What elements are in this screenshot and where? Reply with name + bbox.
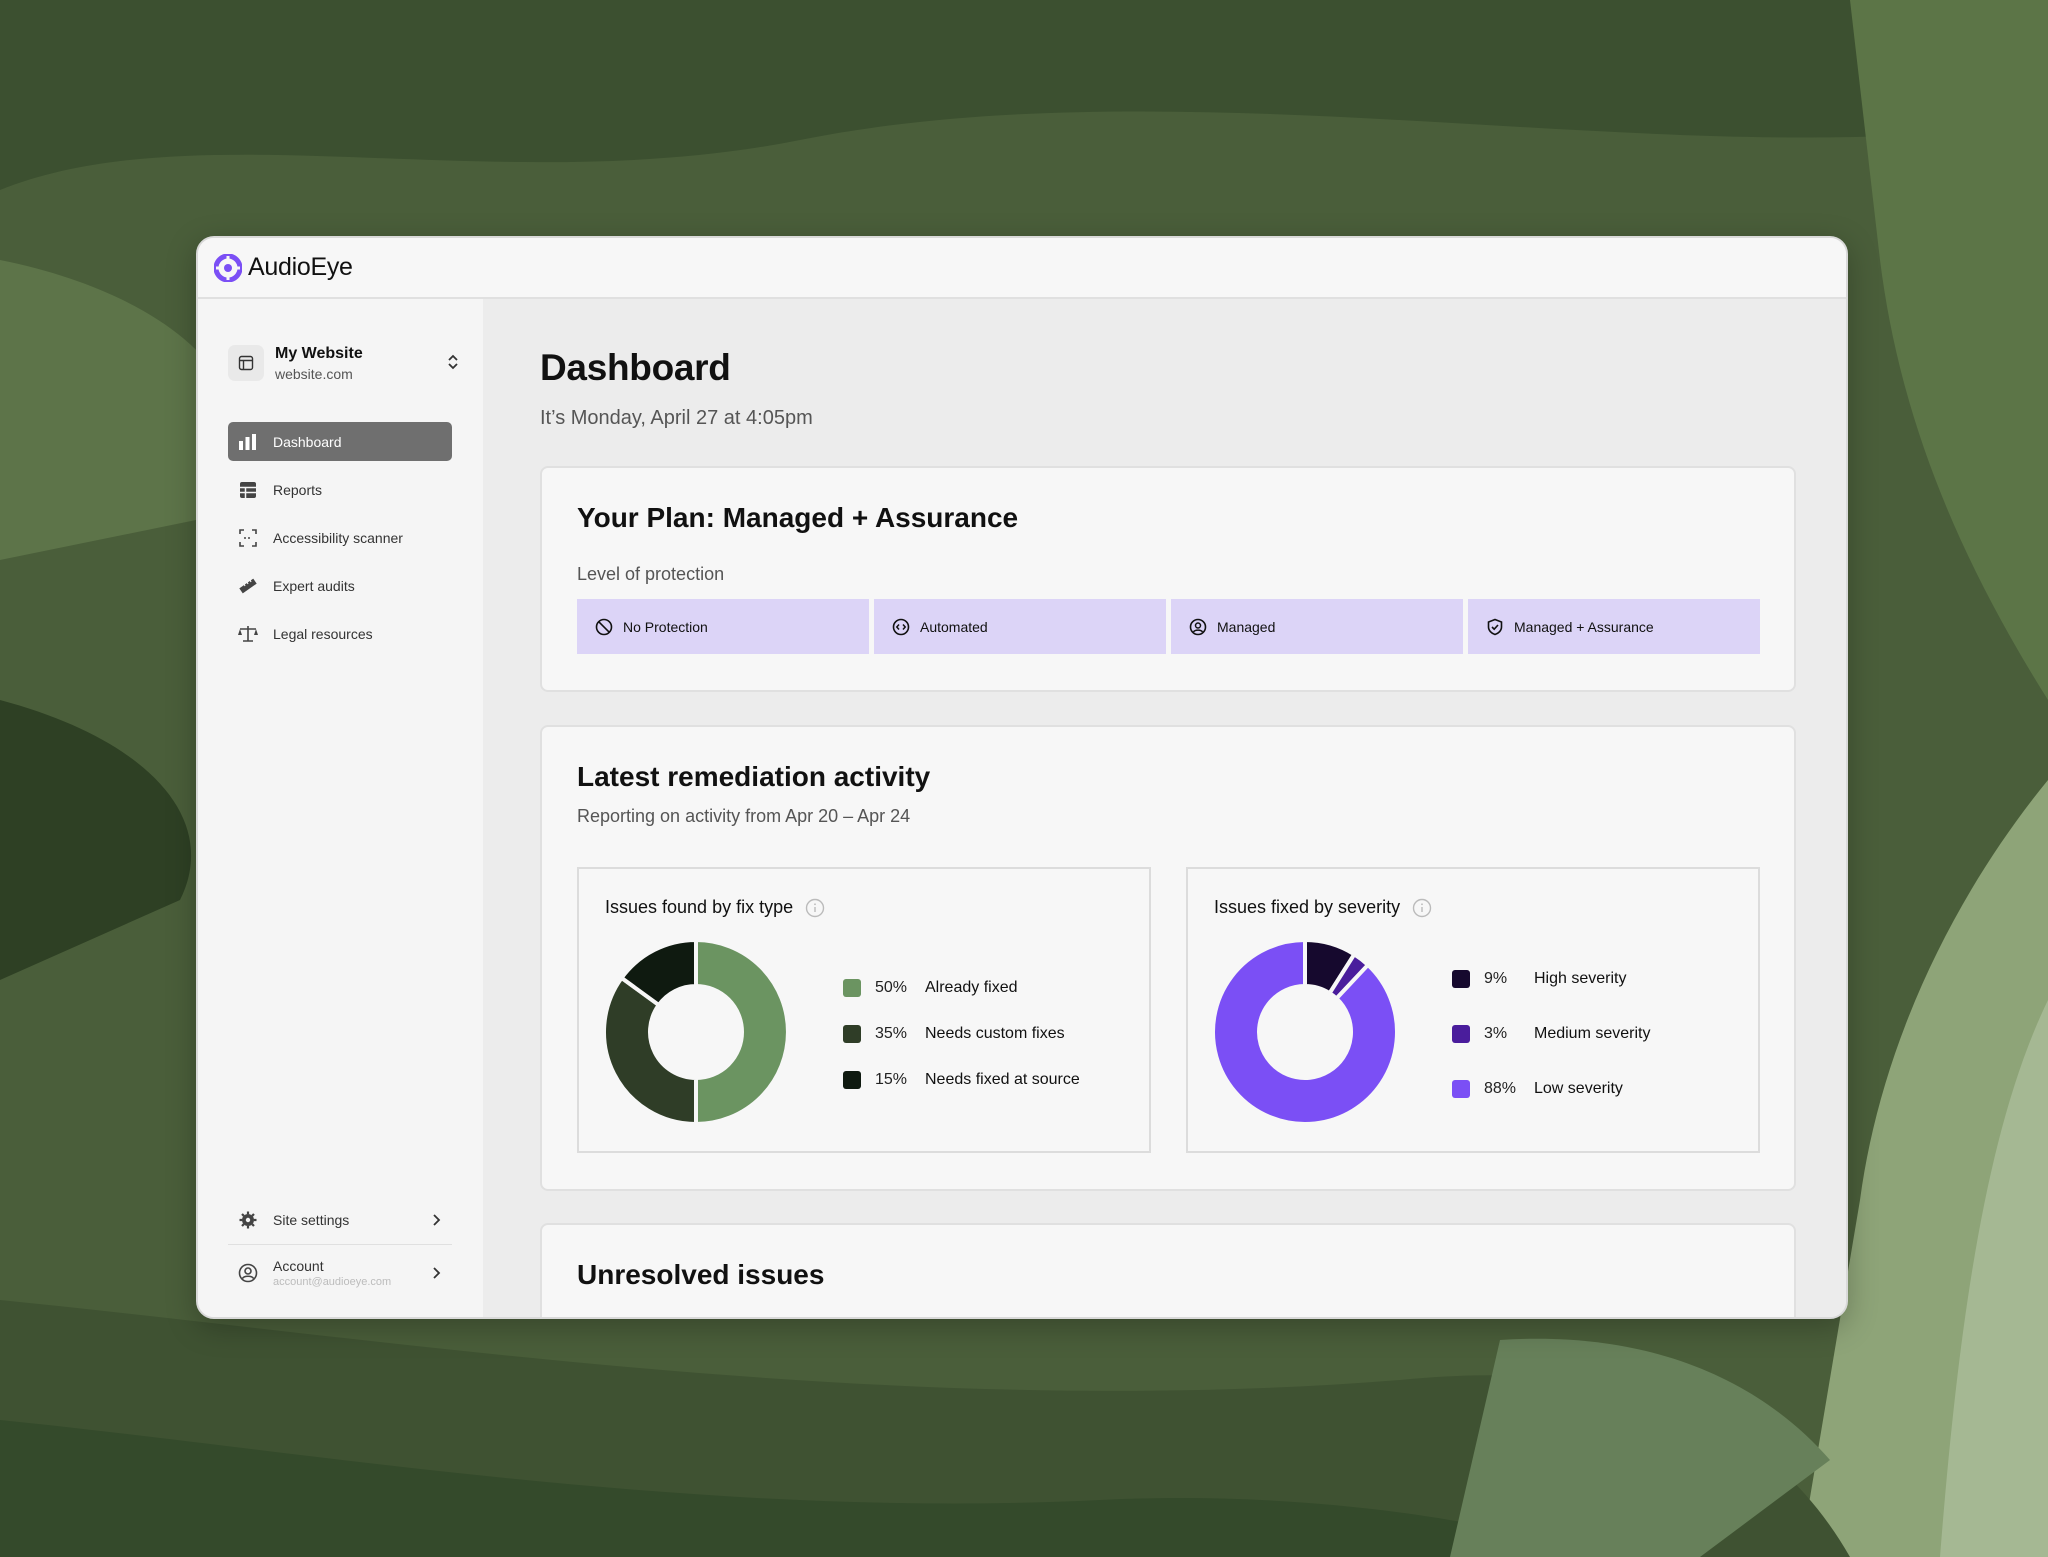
table-icon (238, 480, 258, 500)
protection-level-label: Level of protection (577, 564, 725, 584)
app-window: AudioEye My Website website.com Dashboar… (196, 236, 1848, 1319)
legend-label: High severity (1534, 970, 1627, 987)
shield-check-icon (1487, 618, 1503, 635)
gear-icon (238, 1210, 258, 1230)
fix-type-title: Issues found by fix type (605, 897, 825, 918)
sidebar-item-reports[interactable]: Reports (228, 470, 452, 509)
remediation-activity-card: Latest remediation activity Reporting on… (540, 725, 1796, 1191)
sidebar-item-label: Dashboard (273, 433, 342, 450)
main-content: Dashboard It’s Monday, April 27 at 4:05p… (484, 299, 1846, 1317)
plan-title: Your Plan: Managed + Assurance (577, 502, 1019, 533)
account-link[interactable]: Account account@audioeye.com (228, 1255, 452, 1291)
block-icon (595, 618, 613, 635)
legend-medium-severity: 3% Medium severity (1452, 1025, 1650, 1043)
account-label: Account (273, 1258, 324, 1274)
brand-name: AudioEye (248, 253, 353, 281)
legend-pct: 9% (1484, 970, 1508, 987)
severity-title: Issues fixed by severity (1214, 897, 1432, 918)
legend-swatch (1452, 1080, 1470, 1098)
legend-swatch (1452, 1025, 1470, 1043)
activity-title: Latest remediation activity (577, 761, 931, 792)
browser-window-icon (228, 345, 264, 381)
level-label: Managed (1217, 618, 1276, 635)
level-managed-assurance[interactable]: Managed + Assurance (1468, 599, 1760, 654)
legend-low-severity: 88% Low severity (1452, 1080, 1623, 1098)
level-label: Automated (920, 618, 988, 635)
protection-levels: No Protection Automated Managed Managed … (577, 599, 1760, 654)
user-circle-icon (238, 1263, 258, 1283)
donut-slice-already-fixed (694, 939, 789, 1125)
legend-label: Low severity (1534, 1080, 1623, 1097)
info-icon[interactable] (805, 898, 825, 918)
legend-pct: 50% (875, 979, 908, 996)
sidebar-item-label: Expert audits (273, 577, 355, 594)
bar-chart-icon (238, 432, 258, 452)
plan-card: Your Plan: Managed + Assurance Level of … (540, 466, 1796, 692)
legend-swatch (843, 1025, 861, 1043)
legend-swatch (1452, 970, 1470, 988)
sidebar-item-label: Accessibility scanner (273, 529, 403, 546)
sidebar-item-legal-resources[interactable]: Legal resources (228, 614, 452, 653)
legend-pct: 35% (875, 1025, 908, 1042)
legend-already-fixed: 50% Already fixed (843, 979, 1018, 997)
legend-label: Medium severity (1534, 1025, 1651, 1042)
site-settings-link[interactable]: Site settings (228, 1206, 452, 1234)
legend-swatch (843, 979, 861, 997)
scale-icon (238, 624, 258, 644)
page-date: It’s Monday, April 27 at 4:05pm (540, 407, 813, 429)
legend-pct: 15% (875, 1071, 908, 1088)
legend-needs-custom-fixes: 35% Needs custom fixes (843, 1025, 1065, 1043)
fix-type-panel: Issues found by fix type 50% Already fix… (577, 867, 1151, 1153)
site-switcher[interactable]: My Website website.com (228, 341, 460, 385)
sidebar-item-accessibility-scanner[interactable]: Accessibility scanner (228, 518, 452, 557)
sidebar-item-expert-audits[interactable]: Expert audits (228, 566, 452, 605)
chevron-right-icon (433, 1267, 441, 1279)
user-circle-icon (1189, 618, 1207, 635)
legend-pct: 3% (1484, 1025, 1508, 1042)
fix-type-donut-chart (603, 939, 789, 1125)
ruler-icon (238, 576, 258, 596)
level-label: No Protection (623, 618, 708, 635)
account-email: account@audioeye.com (273, 1276, 392, 1288)
panel-title-text: Issues found by fix type (605, 897, 794, 917)
level-automated[interactable]: Automated (874, 599, 1166, 654)
donut-slice-low-severity (1212, 939, 1398, 1125)
legend-label: Needs custom fixes (925, 1025, 1065, 1042)
sidebar: My Website website.com Dashboard Reports (198, 299, 484, 1317)
severity-donut-chart (1212, 939, 1398, 1125)
unresolved-issues-card: Unresolved issues (540, 1223, 1796, 1317)
legend-label: Already fixed (925, 979, 1018, 996)
sidebar-item-dashboard[interactable]: Dashboard (228, 422, 452, 461)
legend-swatch (843, 1071, 861, 1089)
level-no-protection[interactable]: No Protection (577, 599, 869, 654)
severity-panel: Issues fixed by severity 9% High severit… (1186, 867, 1760, 1153)
legend-needs-fixed-at-source: 15% Needs fixed at source (843, 1071, 1080, 1089)
audioeye-logo-icon (214, 253, 242, 282)
activity-subtitle: Reporting on activity from Apr 20 – Apr … (577, 806, 911, 826)
top-bar: AudioEye (198, 238, 1846, 299)
legend-high-severity: 9% High severity (1452, 970, 1626, 988)
sidebar-item-label: Legal resources (273, 625, 373, 642)
page-title: Dashboard (540, 347, 731, 388)
scan-icon (238, 528, 258, 548)
site-settings-label: Site settings (273, 1212, 350, 1228)
issues-title: Unresolved issues (577, 1259, 825, 1290)
legend-label: Needs fixed at source (925, 1071, 1080, 1088)
level-managed[interactable]: Managed (1171, 599, 1463, 654)
sidebar-item-label: Reports (273, 481, 323, 498)
legend-pct: 88% (1484, 1080, 1517, 1097)
chevron-right-icon (433, 1214, 441, 1226)
code-icon (892, 618, 910, 635)
site-url: website.com (275, 365, 353, 382)
chevron-up-down-icon (448, 354, 458, 370)
panel-title-text: Issues fixed by severity (1214, 897, 1401, 917)
sidebar-nav: Dashboard Reports Accessibility scanner … (228, 422, 452, 662)
divider (228, 1244, 452, 1245)
site-name: My Website (275, 344, 363, 362)
sidebar-footer: Site settings Account account@audioeye.c… (228, 1206, 452, 1291)
info-icon[interactable] (1412, 898, 1432, 918)
level-label: Managed + Assurance (1514, 618, 1654, 635)
